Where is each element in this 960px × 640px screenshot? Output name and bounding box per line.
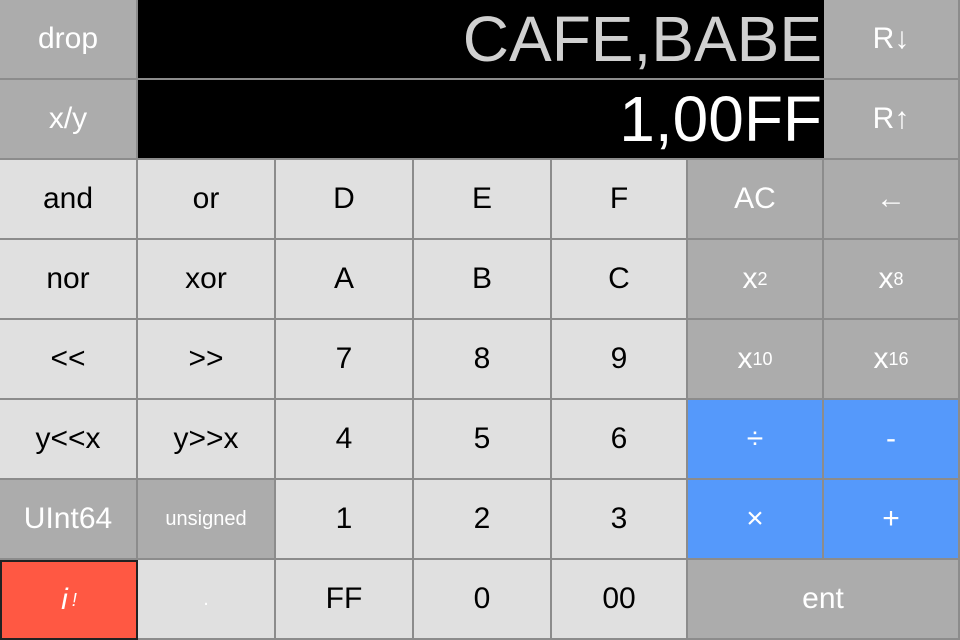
y-shift-left-x-button[interactable]: y<<x — [0, 400, 138, 480]
digit-6-button[interactable]: 6 — [552, 400, 688, 480]
or-button[interactable]: or — [138, 160, 276, 240]
shift-right-button[interactable]: >> — [138, 320, 276, 400]
digit-e-button[interactable]: E — [414, 160, 552, 240]
digit-7-button[interactable]: 7 — [276, 320, 414, 400]
roll-down-button[interactable]: R↓ — [824, 0, 960, 80]
roll-up-button[interactable]: R↑ — [824, 80, 960, 160]
digit-8-button[interactable]: 8 — [414, 320, 552, 400]
digit-f-button[interactable]: F — [552, 160, 688, 240]
label: x — [873, 342, 889, 375]
digit-ff-button[interactable]: FF — [276, 560, 414, 640]
digit-a-button[interactable]: A — [276, 240, 414, 320]
base-10-button[interactable]: x 10 — [688, 320, 824, 400]
info-button[interactable]: i! — [0, 560, 138, 640]
nor-button[interactable]: nor — [0, 240, 138, 320]
enter-button[interactable]: ent — [688, 560, 960, 640]
drop-button[interactable]: drop — [0, 0, 138, 80]
digit-0-button[interactable]: 0 — [414, 560, 552, 640]
signedness-button[interactable]: unsigned — [138, 480, 276, 560]
digit-d-button[interactable]: D — [276, 160, 414, 240]
shift-left-button[interactable]: << — [0, 320, 138, 400]
calculator: drop CAFE,BABE R↓ x/y 1,00FF R↑ and or D… — [0, 0, 960, 640]
base-2-button[interactable]: x2 — [688, 240, 824, 320]
stack-x-display: 1,00FF — [138, 80, 824, 160]
divide-button[interactable]: ÷ — [688, 400, 824, 480]
digit-00-button[interactable]: 00 — [552, 560, 688, 640]
integer-type-button[interactable]: UInt64 — [0, 480, 138, 560]
backspace-button[interactable]: ← — [824, 160, 960, 240]
add-button[interactable]: + — [824, 480, 960, 560]
subtract-button[interactable]: - — [824, 400, 960, 480]
label: x — [737, 342, 753, 375]
digit-1-button[interactable]: 1 — [276, 480, 414, 560]
y-shift-right-x-button[interactable]: y>>x — [138, 400, 276, 480]
digit-4-button[interactable]: 4 — [276, 400, 414, 480]
digit-5-button[interactable]: 5 — [414, 400, 552, 480]
digit-2-button[interactable]: 2 — [414, 480, 552, 560]
all-clear-button[interactable]: AC — [688, 160, 824, 240]
multiply-button[interactable]: × — [688, 480, 824, 560]
label-sub: 10 — [752, 348, 773, 369]
digit-c-button[interactable]: C — [552, 240, 688, 320]
label: x — [742, 262, 758, 295]
info-icon-sup: ! — [71, 589, 77, 610]
decimal-point-button[interactable]: . — [138, 560, 276, 640]
info-icon: i — [61, 583, 68, 616]
stack-y-display: CAFE,BABE — [138, 0, 824, 80]
label-sub: 2 — [757, 268, 768, 289]
label: x — [878, 262, 894, 295]
digit-9-button[interactable]: 9 — [552, 320, 688, 400]
base-16-button[interactable]: x 16 — [824, 320, 960, 400]
base-8-button[interactable]: x8 — [824, 240, 960, 320]
and-button[interactable]: and — [0, 160, 138, 240]
digit-b-button[interactable]: B — [414, 240, 552, 320]
digit-3-button[interactable]: 3 — [552, 480, 688, 560]
label-sub: 16 — [888, 348, 909, 369]
label-sub: 8 — [893, 268, 904, 289]
swap-xy-button[interactable]: x/y — [0, 80, 138, 160]
xor-button[interactable]: xor — [138, 240, 276, 320]
